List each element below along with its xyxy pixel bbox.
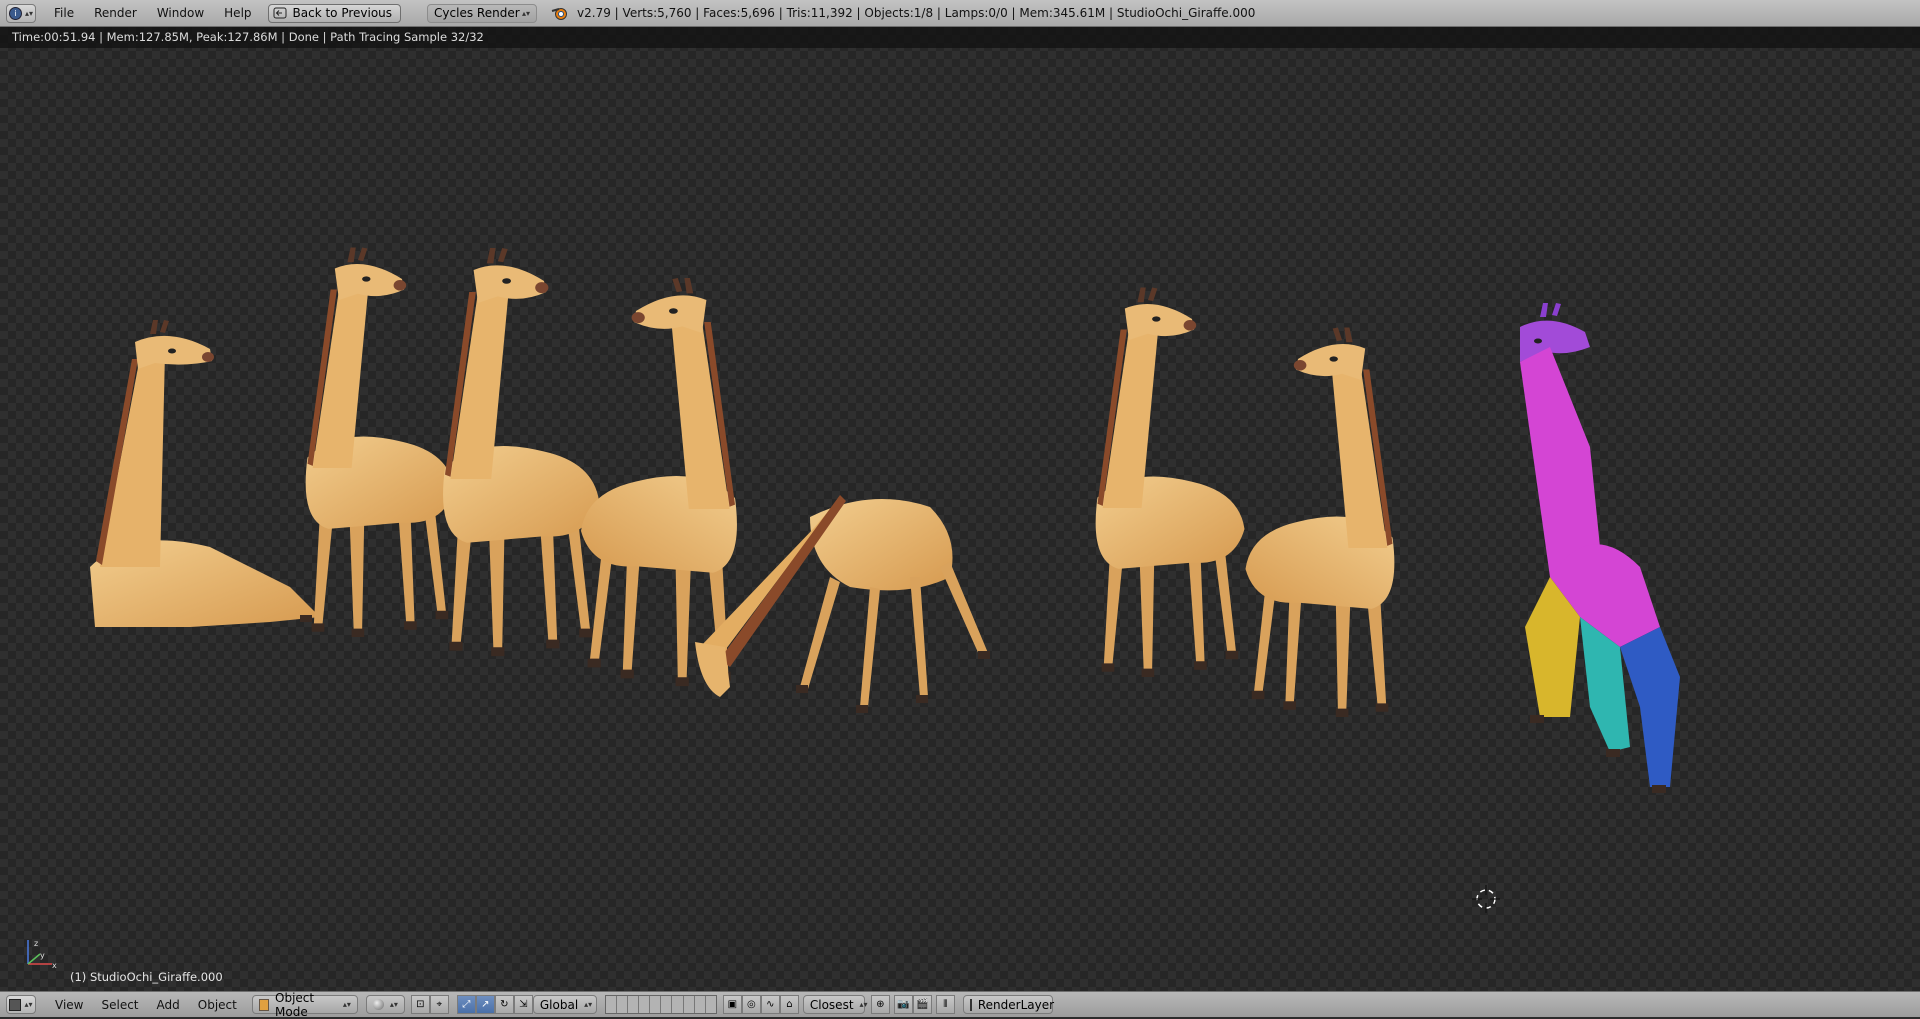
lock-camera-icon[interactable]: ▣ bbox=[722, 995, 742, 1014]
render-animation-icon[interactable]: 🎬 bbox=[912, 995, 932, 1014]
shading-sphere-icon bbox=[372, 999, 384, 1010]
proportional-edit-icon[interactable]: ◎ bbox=[741, 995, 761, 1014]
menu-object[interactable]: Object bbox=[189, 998, 246, 1012]
chevron-updown-icon: ▴▾ bbox=[342, 1000, 351, 1009]
rotate-manipulator-icon[interactable]: ↻ bbox=[494, 995, 514, 1014]
snap-align-icon[interactable]: ⊕ bbox=[870, 995, 890, 1014]
active-object-label: (1) StudioOchi_Giraffe.000 bbox=[70, 970, 223, 984]
render-still-icon[interactable]: 📷 bbox=[893, 995, 913, 1014]
back-arrow-icon bbox=[273, 7, 287, 19]
editor-type-selector-3d[interactable]: ▴▾ bbox=[6, 995, 36, 1014]
mode-dropdown[interactable]: Object Mode ▴▾ bbox=[251, 991, 358, 1019]
orientation-value: Global bbox=[539, 997, 579, 1012]
view3d-header: ▴▾ View Select Add Object Object Mode ▴▾… bbox=[0, 991, 1920, 1019]
snap-toggle-icon[interactable]: ⌂ bbox=[779, 995, 799, 1014]
manipulator-toggle-icon[interactable]: ⤢ bbox=[456, 995, 476, 1014]
info-header: i ▴▾ File Render Window Help Back to Pre… bbox=[0, 0, 1920, 27]
render-border-icon[interactable]: ⫴ bbox=[935, 995, 955, 1014]
orientation-dropdown[interactable]: Global ▴▾ bbox=[532, 995, 597, 1014]
transform-orientation-icon[interactable]: ⌖ bbox=[429, 995, 449, 1014]
giraffe-4 bbox=[581, 278, 737, 687]
render-engine-value: Cycles Render bbox=[434, 6, 520, 20]
svg-text:x: x bbox=[52, 961, 57, 970]
object-mode-icon bbox=[258, 998, 270, 1011]
chevron-updown-icon: ▴▾ bbox=[859, 1000, 868, 1009]
menu-add[interactable]: Add bbox=[148, 998, 189, 1012]
render-engine-dropdown[interactable]: Cycles Render ▴▾ bbox=[427, 3, 538, 23]
back-to-previous-button[interactable]: Back to Previous bbox=[267, 3, 402, 23]
falloff-icon[interactable]: ∿ bbox=[760, 995, 780, 1014]
giraffe-sitting bbox=[90, 320, 320, 627]
back-to-previous-label: Back to Previous bbox=[292, 6, 393, 20]
viewport-shading-dropdown[interactable]: ▴▾ bbox=[365, 995, 405, 1014]
mode-value: Object Mode bbox=[275, 990, 315, 1019]
3d-cursor bbox=[1472, 885, 1500, 913]
snap-target-dropdown[interactable]: Closest ▴▾ bbox=[802, 995, 868, 1014]
translate-manipulator-icon[interactable]: ↗ bbox=[475, 995, 495, 1014]
svg-text:y: y bbox=[40, 951, 45, 960]
snap-target-value: Closest bbox=[809, 997, 854, 1012]
menu-view[interactable]: View bbox=[46, 998, 92, 1012]
render-preview bbox=[90, 247, 1680, 913]
giraffe-grazing bbox=[695, 495, 990, 713]
chevron-updown-icon: ▴▾ bbox=[584, 1000, 593, 1009]
scale-manipulator-icon[interactable]: ⇲ bbox=[513, 995, 533, 1014]
giraffe-7 bbox=[1245, 327, 1395, 718]
chevron-updown-icon: ▴▾ bbox=[389, 1000, 398, 1009]
menu-select[interactable]: Select bbox=[92, 998, 147, 1012]
info-icon: i bbox=[8, 6, 22, 20]
menu-help[interactable]: Help bbox=[214, 6, 261, 20]
giraffe-uv-checker bbox=[1520, 303, 1680, 793]
menu-window[interactable]: Window bbox=[147, 6, 214, 20]
render-layer-dropdown[interactable]: RenderLayer bbox=[962, 995, 1055, 1014]
giraffe-2 bbox=[305, 247, 455, 638]
pivot-point-icon[interactable]: ⊡ bbox=[410, 995, 430, 1014]
menu-file[interactable]: File bbox=[44, 6, 84, 20]
scene-statistics: v2.79 | Verts:5,760 | Faces:5,696 | Tris… bbox=[577, 6, 1256, 20]
svg-text:z: z bbox=[34, 939, 38, 948]
giraffe-3 bbox=[443, 248, 599, 657]
render-layer-value: RenderLayer bbox=[977, 997, 1055, 1012]
render-layers-icon bbox=[969, 998, 972, 1011]
chevron-updown-icon: ▴▾ bbox=[24, 1000, 33, 1009]
giraffe-6 bbox=[1095, 287, 1245, 678]
layer-grid[interactable] bbox=[604, 995, 717, 1014]
render-status-bar: Time:00:51.94 | Mem:127.85M, Peak:127.86… bbox=[0, 27, 1920, 48]
chevron-updown-icon: ▴▾ bbox=[522, 8, 531, 18]
chevron-updown-icon: ▴▾ bbox=[24, 8, 34, 18]
menu-render[interactable]: Render bbox=[84, 6, 147, 20]
blender-logo-icon bbox=[551, 8, 568, 20]
editor-type-selector[interactable]: i ▴▾ bbox=[6, 3, 36, 23]
cube-icon bbox=[9, 998, 22, 1011]
axis-gizmo-icon: z y x bbox=[27, 939, 57, 970]
3d-viewport[interactable]: Time:00:51.94 | Mem:127.85M, Peak:127.86… bbox=[0, 27, 1920, 991]
